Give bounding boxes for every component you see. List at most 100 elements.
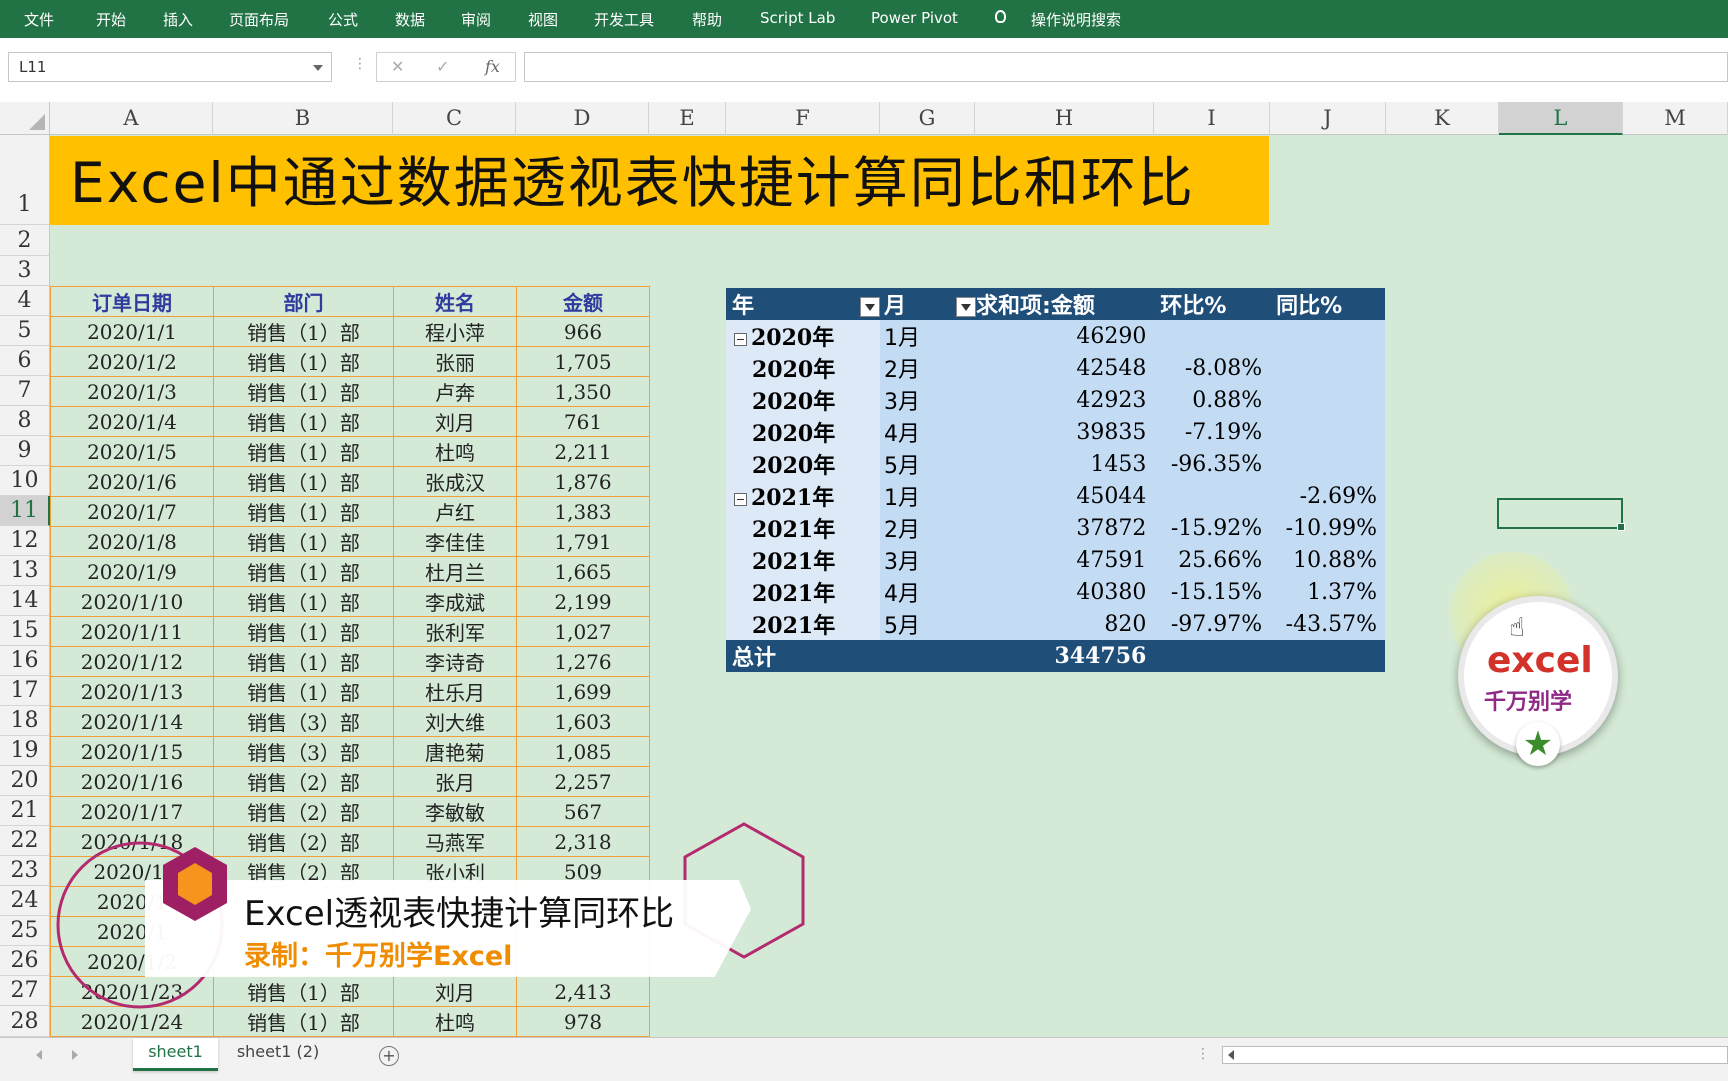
filter-dropdown-icon[interactable] — [956, 297, 977, 317]
cell-date[interactable]: 2020/1/12 — [50, 646, 214, 677]
active-cell-l11[interactable] — [1497, 498, 1625, 531]
pivot-cell-month[interactable]: 4月 — [880, 416, 977, 448]
pivot-cell-mom[interactable]: -8.08% — [1154, 352, 1271, 384]
row-header-8[interactable]: 8 — [0, 406, 50, 436]
pivot-cell-month[interactable]: 5月 — [880, 608, 977, 640]
pivot-cell-sum[interactable]: 40380 — [976, 576, 1155, 608]
cell-date[interactable]: 2020/1/14 — [50, 706, 214, 737]
pivot-cell-mom[interactable] — [1154, 320, 1271, 352]
cell-dept[interactable]: 销售（3）部 — [213, 736, 394, 767]
pivot-cell-year[interactable]: 2021年 — [726, 608, 881, 640]
row-header-23[interactable]: 23 — [0, 856, 50, 886]
cell-amount[interactable]: 1,276 — [516, 646, 650, 677]
cell-name[interactable]: 张利军 — [393, 616, 517, 647]
chevron-down-icon[interactable] — [313, 65, 323, 71]
cell-amount[interactable]: 1,085 — [516, 736, 650, 767]
pivot-cell-month[interactable]: 3月 — [880, 544, 977, 576]
cell-dept[interactable]: 销售（1）部 — [213, 376, 394, 407]
cell-date[interactable]: 2020/1/2 — [50, 346, 214, 377]
pivot-cell-sum[interactable]: 42548 — [976, 352, 1155, 384]
row-header-10[interactable]: 10 — [0, 466, 50, 496]
cell-dept[interactable]: 销售（1）部 — [213, 436, 394, 467]
cell-amount[interactable]: 1,665 — [516, 556, 650, 587]
column-header-d[interactable]: D — [516, 102, 649, 135]
cell-date[interactable]: 2020/1/9 — [50, 556, 214, 587]
row-header-21[interactable]: 21 — [0, 796, 50, 826]
pivot-cell-mom[interactable]: -7.19% — [1154, 416, 1271, 448]
pivot-cell-sum[interactable]: 37872 — [976, 512, 1155, 544]
pivot-header-year[interactable]: 年 — [726, 288, 881, 320]
tab-data[interactable]: 数据 — [395, 9, 425, 30]
select-all-corner[interactable] — [0, 102, 50, 135]
column-header-b[interactable]: B — [213, 102, 393, 135]
pivot-cell-mom[interactable]: 25.66% — [1154, 544, 1271, 576]
row-header-3[interactable]: 3 — [0, 256, 50, 286]
row-header-4[interactable]: 4 — [0, 286, 50, 316]
cell-dept[interactable]: 销售（1）部 — [213, 586, 394, 617]
next-sheet-icon[interactable] — [72, 1050, 78, 1060]
pivot-cell-month[interactable]: 5月 — [880, 448, 977, 480]
cell-amount[interactable]: 2,211 — [516, 436, 650, 467]
header-cell-date[interactable]: 订单日期 — [50, 286, 214, 317]
column-header-m[interactable]: M — [1623, 102, 1728, 135]
cell-name[interactable]: 杜乐月 — [393, 676, 517, 707]
row-header-6[interactable]: 6 — [0, 346, 50, 376]
page-title[interactable]: Excel中通过数据透视表快捷计算同比和环比 — [50, 136, 1269, 225]
row-header-15[interactable]: 15 — [0, 616, 50, 646]
row-header-19[interactable]: 19 — [0, 736, 50, 766]
pivot-cell-mom[interactable]: -15.92% — [1154, 512, 1271, 544]
tab-formulas[interactable]: 公式 — [328, 9, 358, 30]
cell-dept[interactable]: 销售（1）部 — [213, 406, 394, 437]
tab-page-layout[interactable]: 页面布局 — [229, 9, 289, 30]
cell-amount[interactable]: 1,791 — [516, 526, 650, 557]
insert-function-icon[interactable]: fx — [485, 57, 500, 76]
pivot-cell-month[interactable]: 3月 — [880, 384, 977, 416]
header-cell-name[interactable]: 姓名 — [393, 286, 517, 317]
cell-dept[interactable]: 销售（1）部 — [213, 346, 394, 377]
pivot-cell-sum[interactable]: 42923 — [976, 384, 1155, 416]
cell-amount[interactable]: 1,699 — [516, 676, 650, 707]
pivot-cell-yoy[interactable] — [1270, 320, 1385, 352]
cell-amount[interactable]: 966 — [516, 316, 650, 347]
cell-dept[interactable]: 销售（1）部 — [213, 526, 394, 557]
row-header-12[interactable]: 12 — [0, 526, 50, 556]
row-header-13[interactable]: 13 — [0, 556, 50, 586]
tab-split-handle[interactable]: ⋮ — [1196, 1046, 1210, 1062]
column-header-f[interactable]: F — [726, 102, 880, 135]
pivot-header-sum[interactable]: 求和项:金额 — [976, 288, 1155, 320]
pivot-cell-month[interactable]: 2月 — [880, 512, 977, 544]
cell-name[interactable]: 杜月兰 — [393, 556, 517, 587]
cell-dept[interactable]: 销售（1）部 — [213, 616, 394, 647]
pivot-cell-yoy[interactable] — [1270, 352, 1385, 384]
pivot-cell-mom[interactable]: -15.15% — [1154, 576, 1271, 608]
pivot-cell-mom[interactable]: -97.97% — [1154, 608, 1271, 640]
pivot-total-value[interactable]: 344756 — [976, 640, 1155, 672]
cell-amount[interactable]: 1,603 — [516, 706, 650, 737]
column-header-a[interactable]: A — [50, 102, 213, 135]
pivot-header-mom[interactable]: 环比% — [1154, 288, 1271, 320]
cell-dept[interactable]: 销售（1）部 — [213, 316, 394, 347]
column-header-c[interactable]: C — [393, 102, 516, 135]
tab-view[interactable]: 视图 — [528, 9, 558, 30]
pivot-cell-yoy[interactable] — [1270, 384, 1385, 416]
row-header-22[interactable]: 22 — [0, 826, 50, 856]
pivot-cell-month[interactable]: 4月 — [880, 576, 977, 608]
pivot-cell-yoy[interactable] — [1270, 448, 1385, 480]
row-header-20[interactable]: 20 — [0, 766, 50, 796]
pivot-cell-yoy[interactable]: -10.99% — [1270, 512, 1385, 544]
pivot-cell-year[interactable]: 2021年 — [726, 576, 881, 608]
row-header-9[interactable]: 9 — [0, 436, 50, 466]
pivot-cell-year[interactable]: 2020年 — [726, 416, 881, 448]
lightbulb-icon[interactable] — [995, 10, 1006, 23]
pivot-cell-year[interactable]: 2021年 — [726, 480, 881, 512]
pivot-cell-sum[interactable]: 47591 — [976, 544, 1155, 576]
pivot-header-month[interactable]: 月 — [880, 288, 977, 320]
pivot-cell-mom[interactable]: 0.88% — [1154, 384, 1271, 416]
pivot-cell-sum[interactable]: 45044 — [976, 480, 1155, 512]
pivot-cell-sum[interactable]: 46290 — [976, 320, 1155, 352]
cell-dept[interactable]: 销售（1）部 — [213, 496, 394, 527]
cell-date[interactable]: 2020/1/24 — [50, 1006, 214, 1037]
cell-date[interactable]: 2020/1/7 — [50, 496, 214, 527]
sheet-tab-sheet1-2[interactable]: sheet1 (2) — [228, 1038, 328, 1068]
row-header-14[interactable]: 14 — [0, 586, 50, 616]
